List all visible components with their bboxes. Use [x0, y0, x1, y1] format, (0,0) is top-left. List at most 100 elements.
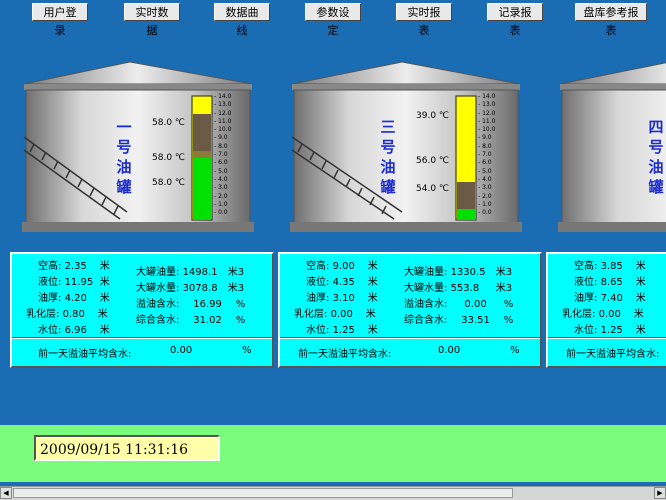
water-value: 6.96 [64, 325, 87, 336]
unit: 米 [635, 261, 646, 272]
scale-tick-label: - 7.0 [478, 151, 492, 159]
water-label: 水位: [306, 325, 330, 336]
scale-tick-label: - 2.0 [214, 192, 228, 200]
tank-4: 四号 油罐 [558, 62, 666, 234]
emul-value: 0.80 [62, 309, 85, 320]
big-water-label: 大罐水量: [404, 283, 448, 294]
scroll-right-icon[interactable]: ▶ [654, 487, 666, 499]
oil-value: 3.10 [332, 293, 355, 304]
unit: 米 [99, 261, 110, 272]
prev-day-value: 0.00 [438, 345, 461, 356]
unit: % [503, 299, 514, 310]
scale-tick-label: - 11.0 [478, 117, 496, 125]
liquid-value: 4.35 [332, 277, 355, 288]
tank-3-scale: - 14.0- 13.0- 12.0- 11.0- 10.0- 9.0- 8.0… [478, 93, 495, 217]
unit: 米 [367, 277, 378, 288]
liquid-label: 液位: [38, 277, 62, 288]
unit: 米 [635, 277, 646, 288]
space-value: 2.35 [64, 261, 87, 272]
scale-tick-label: - 5.0 [214, 167, 228, 175]
menu-data-curve[interactable]: 数据曲线 [214, 3, 270, 37]
scale-tick-label: - 12.0 [478, 109, 496, 117]
menu-param-settings[interactable]: 参数设定 [305, 3, 361, 37]
prev-day-label: 前一天溢油平均含水: [566, 349, 660, 360]
unit: 米 [633, 309, 644, 320]
oil-label: 油厚: [306, 293, 330, 304]
scale-tick-label: - 13.0 [478, 101, 496, 109]
menu-bar: 用户登录 实时数据 数据曲线 参数设定 实时报表 记录报表 盘库参考报表 [0, 0, 666, 37]
tank-4-data-panel: 空高: 3.85 米 液位: 8.65 米 油厚: 7.40 米 乳化层: 0.… [546, 252, 666, 368]
scale-tick-label: - 9.0 [478, 134, 492, 142]
horizontal-scrollbar[interactable]: ◀ ▶ [0, 486, 666, 500]
emul-label: 乳化层: [562, 309, 596, 320]
menu-realtime-data[interactable]: 实时数据 [124, 3, 180, 37]
scale-tick-label: - 11.0 [214, 117, 232, 125]
unit: 米 [99, 293, 110, 304]
unit: 米 [367, 325, 378, 336]
space-label: 空高: [306, 261, 330, 272]
scale-tick-label: - 12.0 [214, 109, 232, 117]
combined-value: 31.02 [193, 315, 222, 326]
tank-3: 三号 油罐 39.0 ℃ 56.0 ℃ 54.0 ℃ - 14.0- 13.0-… [290, 62, 522, 234]
unit: % [235, 315, 246, 326]
overflow-label: 溢油含水: [404, 299, 448, 310]
tank-3-temp-bottom: 54.0 ℃ [416, 184, 450, 194]
space-value: 3.85 [600, 261, 623, 272]
tank-1-title: 一号 油罐 [116, 118, 132, 196]
scale-tick-label: - 7.0 [214, 151, 228, 159]
tank-3-data-panel: 空高: 9.00 米 液位: 4.35 米 油厚: 3.10 米 乳化层: 0.… [278, 252, 542, 368]
big-water-value: 3078.8 [182, 283, 218, 294]
water-value: 1.25 [332, 325, 355, 336]
scroll-left-icon[interactable]: ◀ [0, 487, 12, 499]
big-water-value: 553.8 [450, 283, 480, 294]
big-oil-label: 大罐油量: [404, 267, 448, 278]
scroll-thumb[interactable] [13, 488, 513, 498]
tank-1-temp-top: 58.0 ℃ [152, 118, 186, 128]
tank-1-data-panel: 空高: 2.35 米 液位: 11.95 米 油厚: 4.20 米 乳化层: 0… [10, 252, 274, 368]
scale-tick-label: - 1.0 [214, 200, 228, 208]
scale-tick-label: - 14.0 [214, 93, 232, 100]
tank-3-temp-mid: 56.0 ℃ [416, 156, 450, 166]
oil-label: 油厚: [38, 293, 62, 304]
tank-1: 一号 油罐 58.0 ℃ 58.0 ℃ 58.0 ℃ - 14.0- 13.0-… [22, 62, 254, 234]
emul-label: 乳化层: [294, 309, 328, 320]
unit: 米3 [227, 283, 245, 294]
tank-4-title: 四号 油罐 [648, 118, 664, 196]
tank-1-scale: - 14.0- 13.0- 12.0- 11.0- 10.0- 9.0- 8.0… [214, 93, 231, 217]
emul-value: 0.00 [330, 309, 353, 320]
menu-record-report[interactable]: 记录报表 [487, 3, 543, 37]
big-oil-value: 1330.5 [450, 267, 486, 278]
scale-tick-label: - 14.0 [478, 93, 496, 100]
liquid-value: 11.95 [64, 277, 94, 288]
menu-user-login[interactable]: 用户登录 [32, 3, 88, 37]
scale-tick-label: - 10.0 [214, 126, 232, 134]
space-label: 空高: [574, 261, 598, 272]
menu-realtime-report[interactable]: 实时报表 [396, 3, 452, 37]
scale-tick-label: - 6.0 [214, 159, 228, 167]
combined-label: 综合含水: [404, 315, 448, 326]
prev-day-label: 前一天溢油平均含水: [298, 349, 392, 360]
scale-tick-label: - 2.0 [478, 192, 492, 200]
unit: % [510, 345, 520, 356]
scale-tick-label: - 4.0 [214, 175, 228, 183]
unit: 米 [99, 277, 110, 288]
water-value: 1.25 [600, 325, 623, 336]
combined-label: 综合含水: [136, 315, 180, 326]
unit: % [235, 299, 246, 310]
overflow-value: 16.99 [193, 299, 222, 310]
prev-day-label: 前一天溢油平均含水: [38, 349, 132, 360]
scale-tick-label: - 1.0 [478, 200, 492, 208]
scale-tick-label: - 8.0 [478, 142, 492, 150]
unit: % [242, 345, 252, 356]
tank-1-temp-mid: 58.0 ℃ [152, 153, 186, 163]
liquid-value: 8.65 [600, 277, 623, 288]
menu-inventory-report[interactable]: 盘库参考报表 [575, 3, 647, 37]
unit: % [503, 315, 514, 326]
unit: 米3 [495, 267, 513, 278]
emul-value: 0.00 [598, 309, 621, 320]
scale-tick-label: - 3.0 [478, 184, 492, 192]
space-label: 空高: [38, 261, 62, 272]
tank-3-title: 三号 油罐 [380, 118, 396, 196]
combined-value: 33.51 [461, 315, 490, 326]
divider [548, 338, 666, 339]
